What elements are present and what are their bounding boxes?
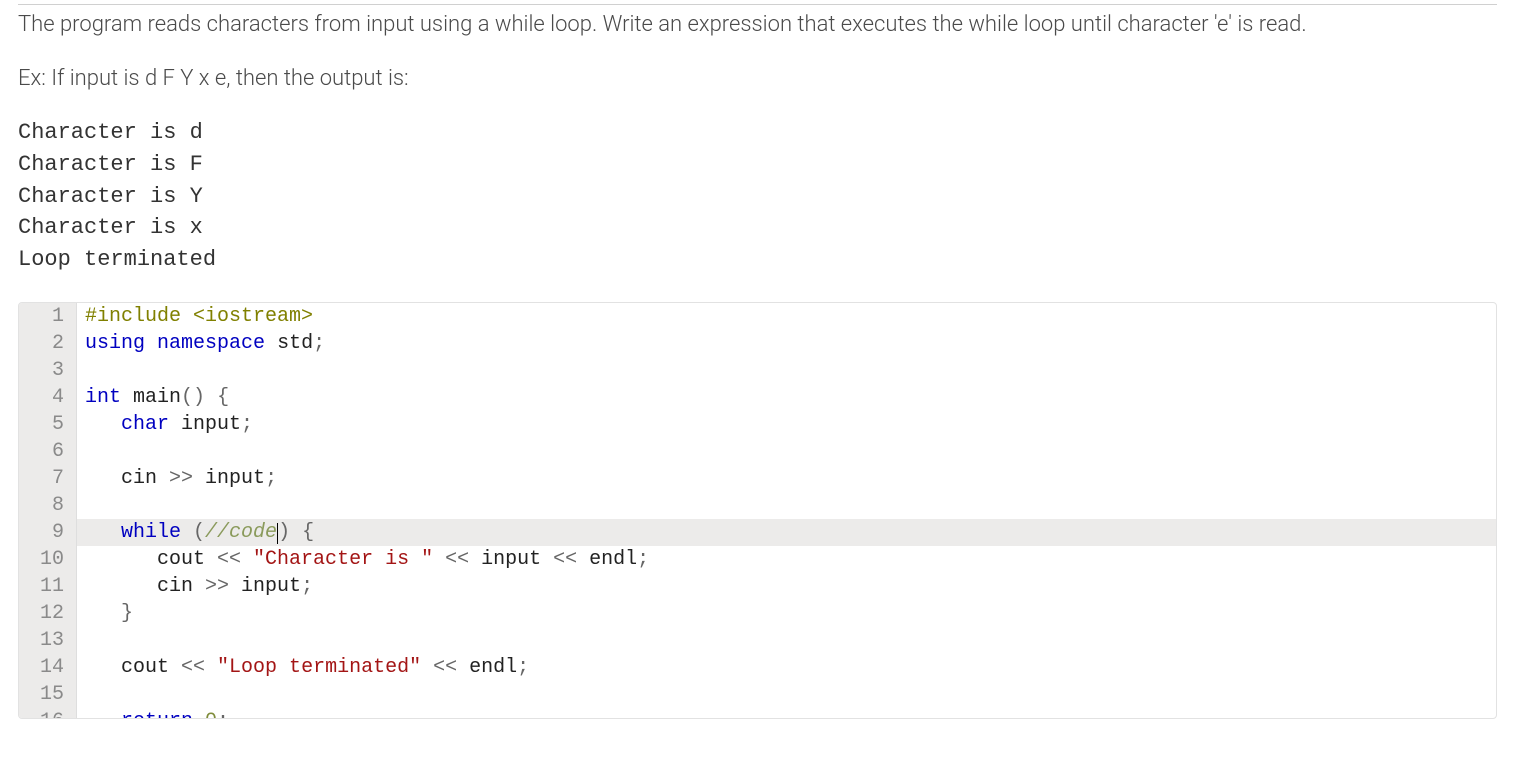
code-line[interactable]: 3 xyxy=(19,357,1496,384)
code-content[interactable]: char input; xyxy=(77,411,1496,438)
code-content[interactable] xyxy=(77,357,1496,384)
code-content[interactable] xyxy=(77,627,1496,654)
example-output: Character is d Character is F Character … xyxy=(18,117,1497,276)
code-content[interactable]: cout << "Loop terminated" << endl; xyxy=(77,654,1496,681)
line-number: 11 xyxy=(19,573,77,600)
code-content[interactable]: } xyxy=(77,600,1496,627)
code-line[interactable]: 7 cin >> input; xyxy=(19,465,1496,492)
code-content[interactable] xyxy=(77,492,1496,519)
code-content[interactable]: #include <iostream> xyxy=(77,303,1496,330)
line-number: 8 xyxy=(19,492,77,519)
code-line[interactable]: 11 cin >> input; xyxy=(19,573,1496,600)
code-line-active[interactable]: 9 while (//code) { xyxy=(19,519,1496,546)
code-content[interactable]: cin >> input; xyxy=(77,465,1496,492)
line-number: 14 xyxy=(19,654,77,681)
code-content[interactable]: while (//code) { xyxy=(77,519,1496,546)
code-content[interactable]: cout << "Character is " << input << endl… xyxy=(77,546,1496,573)
line-number: 9 xyxy=(19,519,77,546)
code-line[interactable]: 6 xyxy=(19,438,1496,465)
code-content[interactable] xyxy=(77,681,1496,708)
code-line[interactable]: 4 int main() { xyxy=(19,384,1496,411)
line-number: 3 xyxy=(19,357,77,384)
line-number: 16 xyxy=(19,708,77,718)
code-content[interactable]: return 0; xyxy=(77,708,1496,718)
line-number: 6 xyxy=(19,438,77,465)
code-line[interactable]: 2 using namespace std; xyxy=(19,330,1496,357)
code-line[interactable]: 16 return 0; xyxy=(19,708,1496,718)
code-line[interactable]: 10 cout << "Character is " << input << e… xyxy=(19,546,1496,573)
code-content[interactable]: using namespace std; xyxy=(77,330,1496,357)
line-number: 4 xyxy=(19,384,77,411)
code-line[interactable]: 1 #include <iostream> xyxy=(19,303,1496,330)
code-line[interactable]: 12 } xyxy=(19,600,1496,627)
line-number: 5 xyxy=(19,411,77,438)
code-content[interactable] xyxy=(77,438,1496,465)
line-number: 1 xyxy=(19,303,77,330)
code-line[interactable]: 8 xyxy=(19,492,1496,519)
line-number: 13 xyxy=(19,627,77,654)
code-line[interactable]: 13 xyxy=(19,627,1496,654)
code-editor[interactable]: 1 #include <iostream> 2 using namespace … xyxy=(18,302,1497,719)
example-intro: Ex: If input is d F Y x e, then the outp… xyxy=(18,63,1497,95)
line-number: 10 xyxy=(19,546,77,573)
code-content[interactable]: cin >> input; xyxy=(77,573,1496,600)
line-number: 2 xyxy=(19,330,77,357)
line-number: 12 xyxy=(19,600,77,627)
line-number: 15 xyxy=(19,681,77,708)
code-line[interactable]: 14 cout << "Loop terminated" << endl; xyxy=(19,654,1496,681)
code-line[interactable]: 5 char input; xyxy=(19,411,1496,438)
problem-statement: The program reads characters from input … xyxy=(18,4,1497,41)
line-number: 7 xyxy=(19,465,77,492)
code-content[interactable]: int main() { xyxy=(77,384,1496,411)
code-line[interactable]: 15 xyxy=(19,681,1496,708)
